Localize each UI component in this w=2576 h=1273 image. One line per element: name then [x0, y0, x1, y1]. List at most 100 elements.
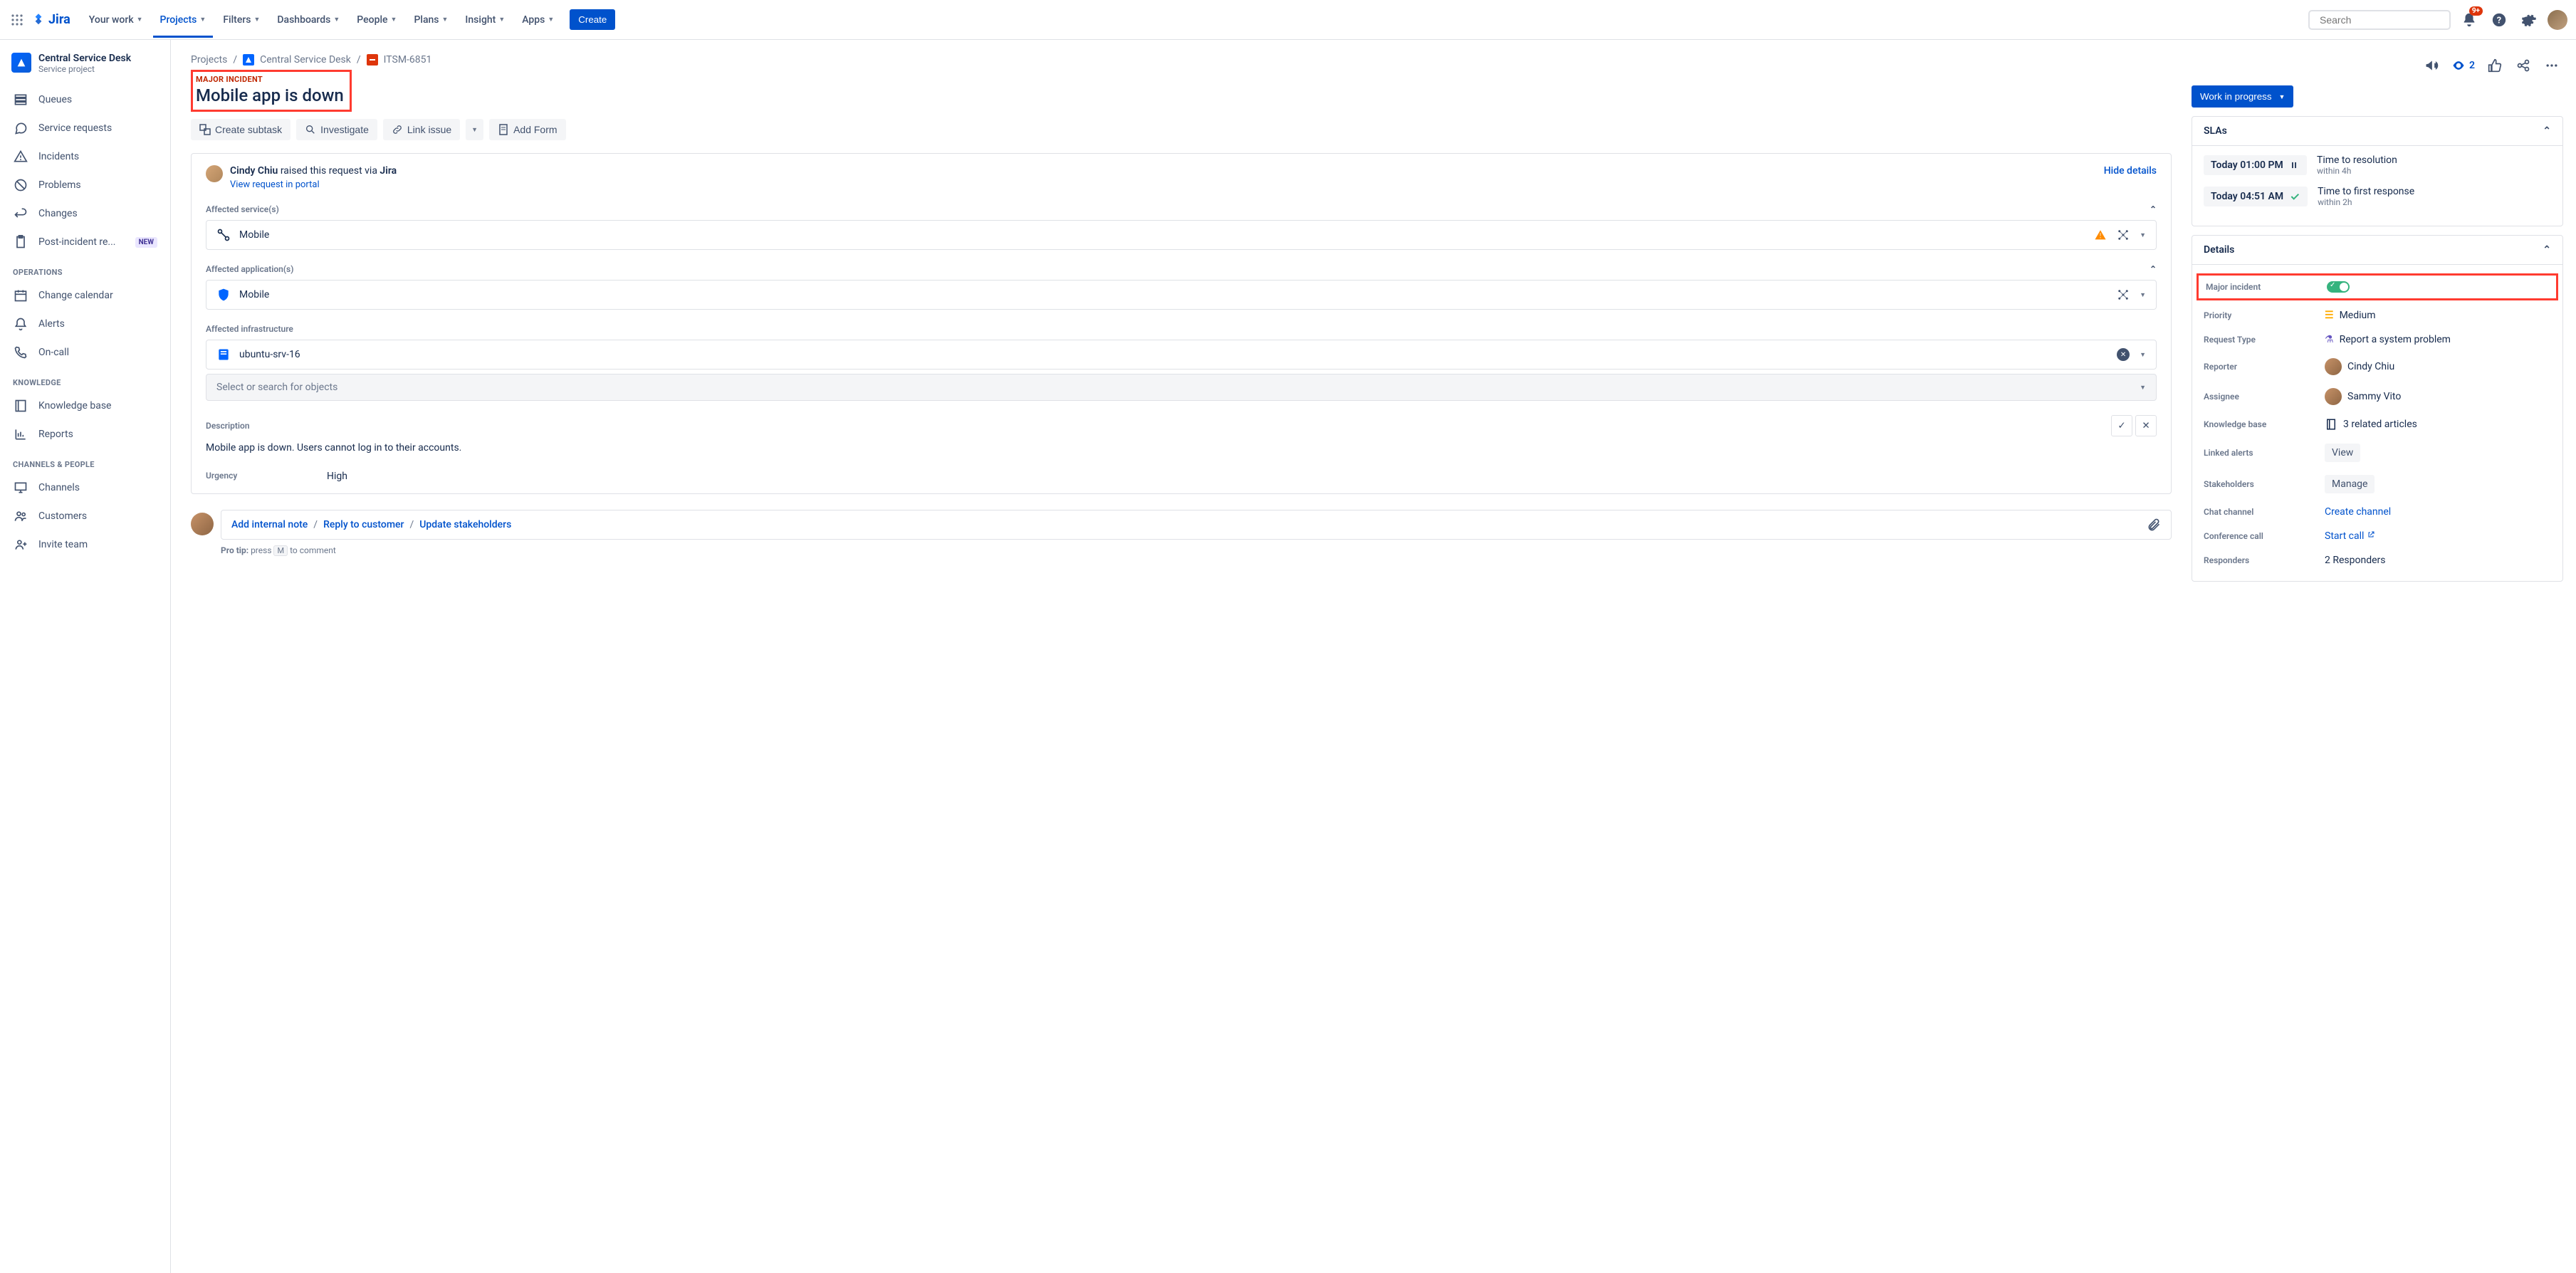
search-box[interactable] [2308, 10, 2451, 30]
breadcrumb-project[interactable]: Central Service Desk [260, 54, 351, 66]
sidebar-item-invite-team[interactable]: Invite team [6, 530, 164, 559]
priority-value[interactable]: ☰Medium [2325, 310, 2376, 321]
like-icon[interactable] [2483, 54, 2506, 77]
request-type-value[interactable]: ⚗Report a system problem [2325, 334, 2451, 345]
more-icon[interactable] [2540, 54, 2563, 77]
start-call-link[interactable]: Start call [2325, 530, 2375, 542]
nav-filters[interactable]: Filters▼ [216, 9, 267, 31]
nav-people[interactable]: People▼ [350, 9, 404, 31]
comment-input[interactable]: Add internal note / Reply to customer / … [221, 510, 2172, 540]
breadcrumb-issue-key[interactable]: ITSM-6851 [384, 54, 432, 66]
sidebar-item-channels[interactable]: Channels [6, 473, 164, 502]
object-search-field[interactable]: Select or search for objects ▼ [206, 374, 2157, 401]
nav-your-work[interactable]: Your work▼ [82, 9, 150, 31]
responders-value[interactable]: 2 Responders [2325, 555, 2385, 566]
notifications-icon[interactable]: 9+ [2458, 9, 2481, 31]
urgency-label: Urgency [206, 471, 327, 482]
nav-apps[interactable]: Apps▼ [515, 9, 561, 31]
sla-row: Today 01:00 PMTime to resolutionwithin 4… [2204, 154, 2551, 176]
sidebar-item-on-call[interactable]: On-call [6, 338, 164, 367]
feedback-icon[interactable] [2420, 54, 2443, 77]
sidebar-item-alerts[interactable]: Alerts [6, 310, 164, 338]
hide-details-link[interactable]: Hide details [2104, 165, 2157, 177]
sidebar-item-reports[interactable]: Reports [6, 420, 164, 449]
chevron-down-icon[interactable]: ▼ [2140, 291, 2146, 299]
manage-stakeholders-button[interactable]: Manage [2325, 475, 2375, 493]
link-icon [392, 124, 403, 135]
breadcrumb-projects[interactable]: Projects [191, 54, 227, 66]
search-input[interactable] [2320, 14, 2449, 26]
chevron-down-icon[interactable]: ▼ [2140, 351, 2146, 359]
section-operations: OPERATIONS [6, 256, 164, 281]
urgency-value[interactable]: High [327, 471, 347, 482]
affected-apps-field[interactable]: Mobile ▼ [206, 280, 2157, 310]
sidebar-item-service-requests[interactable]: Service requests [6, 114, 164, 142]
jira-logo[interactable]: Jira [31, 12, 70, 27]
sidebar-item-queues[interactable]: Queues [6, 85, 164, 114]
graph-icon[interactable] [2117, 229, 2130, 241]
view-in-portal-link[interactable]: View request in portal [230, 179, 397, 190]
chart-icon [13, 426, 28, 442]
kb-value[interactable]: 3 related articles [2325, 418, 2417, 431]
sidebar-item-problems[interactable]: Problems [6, 171, 164, 199]
request-card: Cindy Chiu raised this request via Jira … [191, 153, 2172, 494]
add-internal-note-tab[interactable]: Add internal note [231, 519, 308, 530]
app-switcher-icon[interactable] [9, 11, 26, 28]
profile-avatar[interactable] [2548, 10, 2567, 30]
avatar [2325, 358, 2342, 375]
phone-icon [13, 345, 28, 360]
create-button[interactable]: Create [570, 9, 615, 30]
sidebar-item-change-calendar[interactable]: Change calendar [6, 281, 164, 310]
remove-icon[interactable]: ✕ [2117, 348, 2130, 361]
major-incident-toggle[interactable] [2327, 281, 2350, 293]
chevron-down-icon[interactable]: ▼ [2140, 384, 2146, 392]
slas-panel: SLAs⌃ Today 01:00 PMTime to resolutionwi… [2192, 116, 2563, 226]
nav-dashboards[interactable]: Dashboards▼ [270, 9, 347, 31]
update-stakeholders-tab[interactable]: Update stakeholders [419, 519, 511, 530]
nav-insight[interactable]: Insight▼ [458, 9, 512, 31]
details-heading: Details [2204, 244, 2234, 256]
affected-services-field[interactable]: Mobile ▼ [206, 220, 2157, 250]
collapse-icon[interactable]: ⌃ [2150, 204, 2157, 214]
nav-projects[interactable]: Projects▼ [153, 2, 214, 38]
sidebar-item-incidents[interactable]: Incidents [6, 142, 164, 171]
nav-plans[interactable]: Plans▼ [407, 9, 455, 31]
create-channel-link[interactable]: Create channel [2325, 506, 2391, 518]
link-issue-dropdown[interactable]: ▼ [466, 119, 483, 140]
sidebar-item-knowledge-base[interactable]: Knowledge base [6, 392, 164, 420]
create-subtask-button[interactable]: Create subtask [191, 119, 290, 140]
collapse-icon[interactable]: ⌃ [2543, 244, 2551, 256]
share-icon[interactable] [2512, 54, 2535, 77]
reply-customer-tab[interactable]: Reply to customer [323, 519, 404, 530]
link-issue-button[interactable]: Link issue [383, 119, 460, 140]
reporter-value[interactable]: Cindy Chiu [2325, 358, 2394, 375]
collapse-icon[interactable]: ⌃ [2543, 125, 2551, 137]
cancel-button[interactable]: ✕ [2135, 415, 2157, 436]
help-icon[interactable]: ? [2488, 9, 2510, 31]
watch-button[interactable]: 2 [2449, 56, 2478, 75]
issue-title[interactable]: Mobile app is down [196, 85, 344, 105]
status-dropdown[interactable]: Work in progress▼ [2192, 85, 2293, 108]
warning-icon [13, 149, 28, 164]
confirm-button[interactable]: ✓ [2111, 415, 2132, 436]
notification-badge: 9+ [2469, 6, 2483, 16]
assignee-value[interactable]: Sammy Vito [2325, 388, 2401, 405]
affected-infra-field[interactable]: ubuntu-srv-16 ✕ ▼ [206, 340, 2157, 370]
project-subtitle: Service project [38, 64, 131, 74]
investigate-button[interactable]: Investigate [296, 119, 377, 140]
description-text[interactable]: Mobile app is down. Users cannot log in … [206, 442, 2157, 454]
add-form-button[interactable]: Add Form [489, 119, 565, 140]
project-title: Central Service Desk [38, 53, 131, 64]
collapse-icon[interactable]: ⌃ [2150, 264, 2157, 274]
settings-icon[interactable] [2518, 9, 2540, 31]
attachment-icon[interactable] [2147, 518, 2161, 532]
graph-icon[interactable] [2117, 288, 2130, 301]
sidebar-item-customers[interactable]: Customers [6, 502, 164, 530]
view-alerts-button[interactable]: View [2325, 444, 2360, 462]
monitor-icon [13, 480, 28, 496]
chevron-down-icon[interactable]: ▼ [2140, 231, 2146, 239]
form-icon [498, 124, 509, 135]
block-icon [13, 177, 28, 193]
sidebar-item-changes[interactable]: Changes [6, 199, 164, 228]
sidebar-item-post-incident-re-[interactable]: Post-incident re...NEW [6, 228, 164, 256]
